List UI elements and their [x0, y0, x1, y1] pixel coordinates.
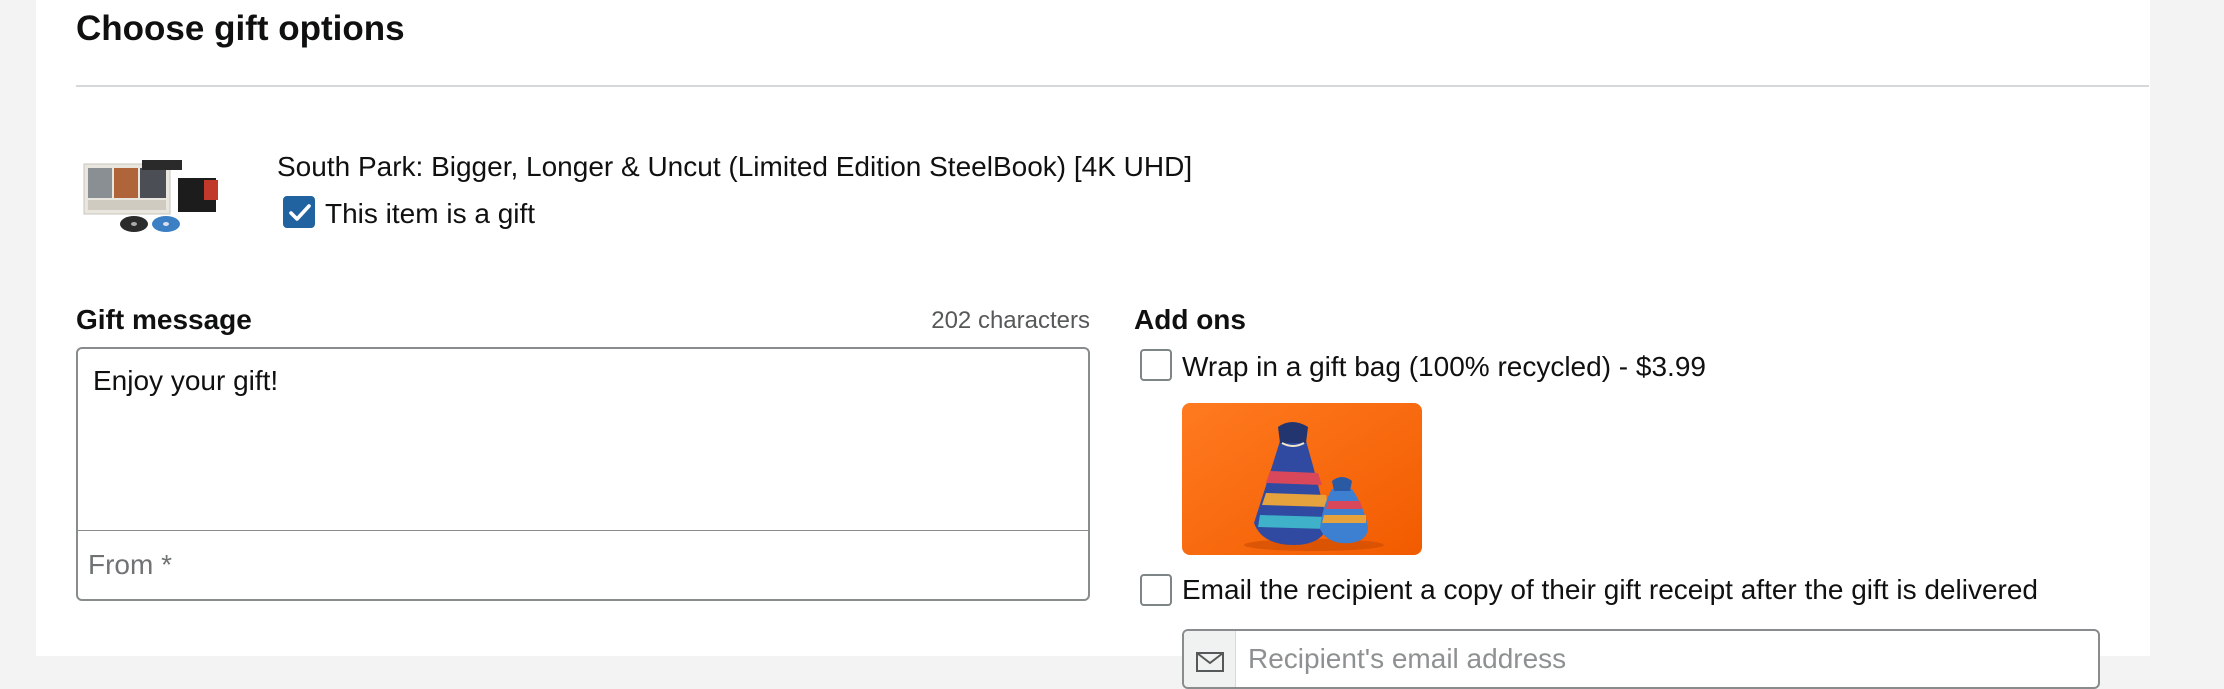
from-input[interactable] — [76, 530, 1090, 601]
gift-message-label: Gift message — [76, 304, 252, 335]
product-thumbnail-icon — [82, 160, 230, 236]
email-receipt-checkbox[interactable] — [1140, 574, 1172, 606]
title-divider — [76, 85, 2149, 87]
gift-message-textarea[interactable]: Enjoy your gift! — [76, 347, 1090, 531]
add-ons-label: Add ons — [1134, 304, 1246, 335]
gift-bag-checkbox[interactable] — [1140, 349, 1172, 381]
email-icon — [1184, 631, 1236, 687]
gift-checkbox-label[interactable]: This item is a gift — [325, 196, 535, 232]
gift-bag-image — [1182, 403, 1422, 555]
recipient-email-input[interactable] — [1236, 631, 2096, 687]
gift-bag-label[interactable]: Wrap in a gift bag (100% recycled) - $3.… — [1182, 349, 1706, 385]
characters-remaining: 202 characters — [931, 307, 1090, 334]
gift-checkbox[interactable] — [283, 196, 315, 228]
checkmark-icon — [289, 204, 311, 221]
product-title[interactable]: South Park: Bigger, Longer & Uncut (Limi… — [277, 149, 1192, 185]
email-receipt-label[interactable]: Email the recipient a copy of their gift… — [1182, 572, 2038, 608]
recipient-email-field[interactable] — [1182, 629, 2100, 689]
page-title: Choose gift options — [76, 9, 405, 48]
